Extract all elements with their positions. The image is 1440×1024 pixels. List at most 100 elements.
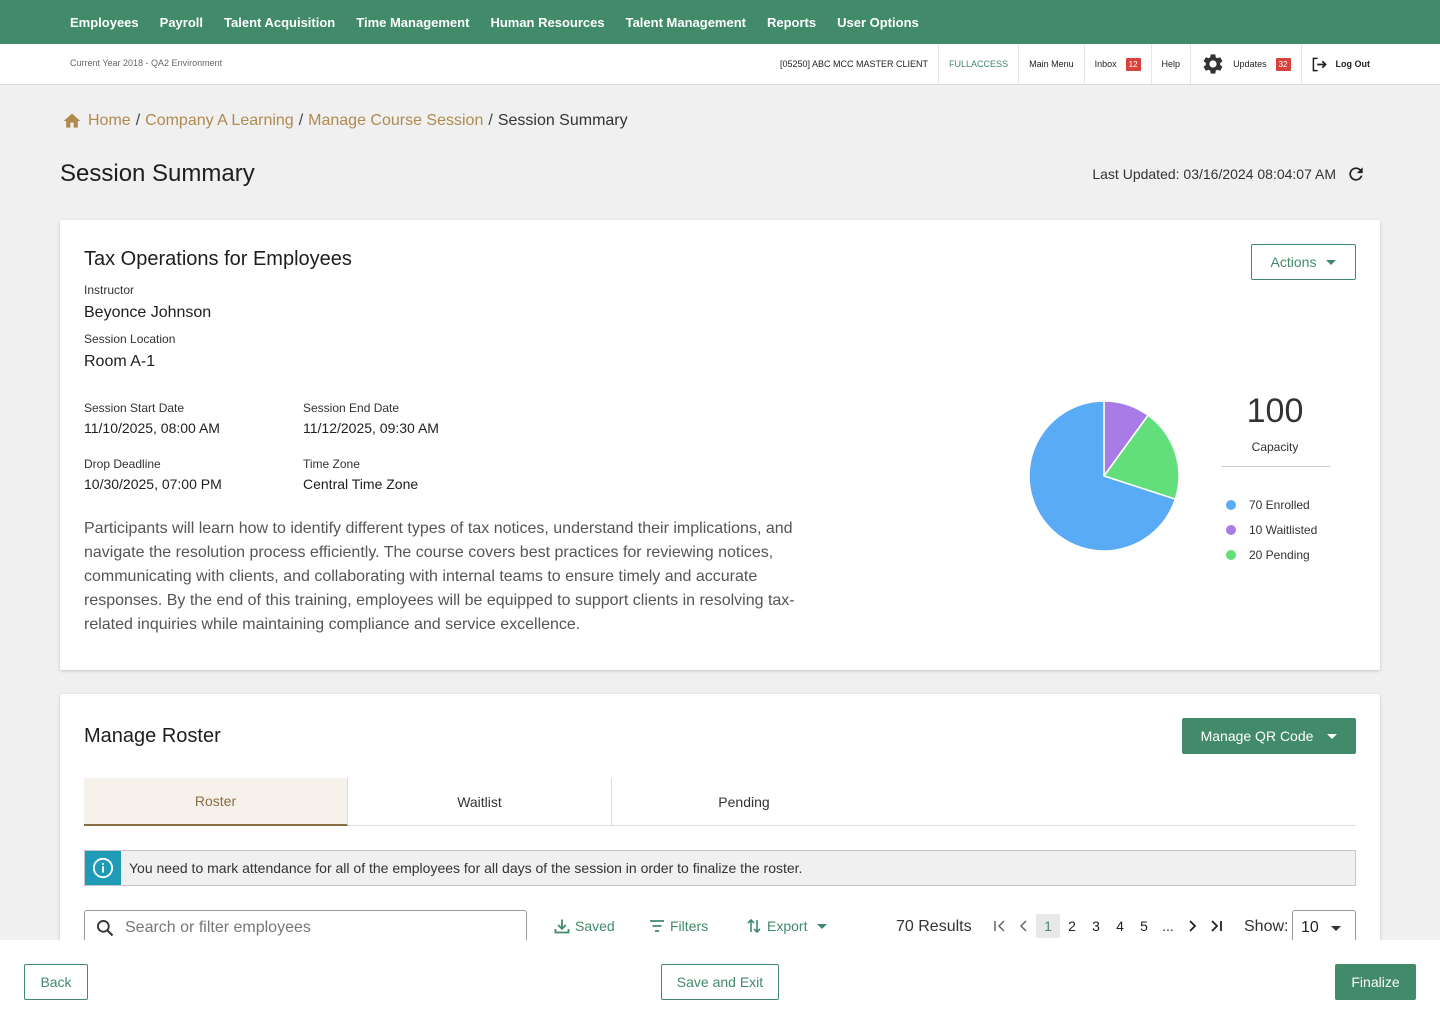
- filter-icon: [650, 920, 664, 932]
- inbox-link[interactable]: Inbox 12: [1083, 44, 1151, 84]
- breadcrumb-separator: /: [488, 112, 493, 129]
- nav-talent-acquisition[interactable]: Talent Acquisition: [224, 15, 335, 30]
- last-updated-text: Last Updated: 03/16/2024 08:04:07 AM: [1092, 166, 1336, 182]
- legend-dot-pending: [1226, 549, 1236, 560]
- caret-down-icon: [1327, 733, 1338, 739]
- alert-message: You need to mark attendance for all of t…: [129, 860, 803, 876]
- capacity-legend: 70 Enrolled 10 Waitlisted 20 Pending: [1226, 492, 1317, 567]
- legend-dot-enrolled: [1226, 499, 1236, 510]
- course-description: Participants will learn how to identify …: [84, 520, 795, 633]
- tab-waitlist[interactable]: Waitlist: [348, 778, 612, 826]
- nav-employees[interactable]: Employees: [70, 15, 139, 30]
- manage-qr-code-button[interactable]: Manage QR Code: [1182, 718, 1356, 754]
- capacity-divider: [1221, 466, 1330, 467]
- nav-talent-management[interactable]: Talent Management: [626, 15, 746, 30]
- inbox-count-badge: 12: [1125, 57, 1141, 71]
- updates-link[interactable]: Updates 32: [1190, 44, 1300, 84]
- breadcrumb-separator: /: [135, 112, 141, 129]
- client-selector[interactable]: [05250] ABC MCC MASTER CLIENT: [770, 44, 938, 84]
- location-value: Room A-1: [84, 353, 156, 370]
- page-size-value: 10: [1301, 919, 1319, 936]
- page-2-button[interactable]: 2: [1060, 914, 1084, 938]
- prev-page-icon[interactable]: [1012, 914, 1036, 938]
- top-nav: Employees Payroll Talent Acquisition Tim…: [0, 0, 1440, 44]
- nav-payroll[interactable]: Payroll: [160, 15, 203, 30]
- gear-icon: [1203, 54, 1223, 74]
- first-page-icon[interactable]: [988, 914, 1012, 938]
- legend-label-waitlisted: 10 Waitlisted: [1249, 522, 1318, 537]
- access-level[interactable]: FULLACCESS: [938, 44, 1018, 84]
- breadcrumb-home[interactable]: Home: [88, 112, 131, 130]
- caret-down-icon: [1326, 259, 1337, 265]
- home-icon[interactable]: [62, 111, 82, 131]
- nav-user-options[interactable]: User Options: [837, 15, 919, 30]
- legend-item-waitlisted: 10 Waitlisted: [1226, 517, 1317, 542]
- export-label: Export: [767, 918, 808, 934]
- back-button[interactable]: Back: [24, 964, 88, 1000]
- main-menu-link[interactable]: Main Menu: [1018, 44, 1084, 84]
- utility-links: [05250] ABC MCC MASTER CLIENT FULLACCESS…: [770, 44, 1380, 84]
- logout-label: Log Out: [1335, 59, 1371, 69]
- tab-roster[interactable]: Roster: [84, 778, 348, 826]
- search-icon: [97, 920, 114, 937]
- updates-label: Updates: [1233, 59, 1267, 69]
- end-date-value: 11/12/2025, 09:30 AM: [303, 420, 439, 436]
- finalize-button[interactable]: Finalize: [1335, 964, 1416, 1000]
- caret-down-icon: [1331, 926, 1341, 931]
- attendance-info-alert: You need to mark attendance for all of t…: [84, 850, 1356, 886]
- breadcrumb: Home / Company A Learning / Manage Cours…: [62, 111, 628, 131]
- filters-label: Filters: [670, 918, 709, 934]
- pagination: 1 2 3 4 5 ...: [988, 914, 1228, 938]
- nav-human-resources[interactable]: Human Resources: [490, 15, 604, 30]
- course-title: Tax Operations for Employees: [84, 248, 352, 270]
- time-zone-value: Central Time Zone: [303, 476, 419, 492]
- footer-action-bar: Back Save and Exit Finalize: [0, 940, 1440, 1024]
- roster-title: Manage Roster: [84, 725, 221, 747]
- instructor-value: Beyonce Johnson: [84, 304, 212, 321]
- filters-button[interactable]: Filters: [649, 918, 708, 934]
- updates-count-badge: 32: [1275, 57, 1291, 71]
- page-title: Session Summary: [60, 160, 255, 187]
- help-link[interactable]: Help: [1150, 44, 1191, 84]
- export-button[interactable]: Export: [746, 918, 828, 934]
- legend-item-enrolled: 70 Enrolled: [1226, 492, 1317, 517]
- start-date-value: 11/10/2025, 08:00 AM: [84, 420, 220, 436]
- breadcrumb-manage-course-session[interactable]: Manage Course Session: [308, 112, 483, 130]
- page-3-button[interactable]: 3: [1084, 914, 1108, 938]
- refresh-icon[interactable]: [1346, 164, 1366, 184]
- saved-button[interactable]: Saved: [554, 918, 615, 934]
- legend-label-enrolled: 70 Enrolled: [1249, 497, 1310, 512]
- actions-dropdown-button[interactable]: Actions: [1251, 244, 1356, 280]
- end-date-label: Session End Date: [303, 401, 400, 415]
- inbox-label: Inbox: [1094, 59, 1117, 69]
- help-label: Help: [1161, 59, 1181, 69]
- legend-item-pending: 20 Pending: [1226, 542, 1317, 567]
- page-1-button[interactable]: 1: [1036, 914, 1060, 938]
- logout-icon: [1312, 57, 1327, 71]
- nav-time-management[interactable]: Time Management: [356, 15, 469, 30]
- access-label: FULLACCESS: [949, 59, 1009, 69]
- page-5-button[interactable]: 5: [1132, 914, 1156, 938]
- main-menu-label: Main Menu: [1029, 59, 1074, 69]
- qr-button-label: Manage QR Code: [1200, 728, 1314, 744]
- time-zone-label: Time Zone: [303, 457, 360, 471]
- download-icon: [554, 919, 570, 934]
- save-and-exit-button[interactable]: Save and Exit: [661, 964, 779, 1000]
- show-label: Show:: [1244, 918, 1289, 935]
- employee-search-input[interactable]: [125, 919, 505, 937]
- results-count: 70 Results: [896, 918, 972, 935]
- nav-reports[interactable]: Reports: [767, 15, 816, 30]
- last-page-icon[interactable]: [1204, 914, 1228, 938]
- page-ellipsis: ...: [1162, 918, 1174, 934]
- tab-pending[interactable]: Pending: [612, 778, 876, 826]
- client-name: [05250] ABC MCC MASTER CLIENT: [780, 59, 929, 69]
- page-4-button[interactable]: 4: [1108, 914, 1132, 938]
- logout-link[interactable]: Log Out: [1300, 44, 1381, 84]
- breadcrumb-separator: /: [298, 112, 304, 129]
- breadcrumb-company-learning[interactable]: Company A Learning: [145, 112, 294, 130]
- next-page-icon[interactable]: [1180, 914, 1204, 938]
- environment-label: Current Year 2018 - QA2 Environment: [70, 58, 223, 68]
- capacity-pie-chart: [1028, 400, 1180, 552]
- legend-label-pending: 20 Pending: [1249, 547, 1310, 562]
- legend-dot-waitlisted: [1226, 524, 1236, 535]
